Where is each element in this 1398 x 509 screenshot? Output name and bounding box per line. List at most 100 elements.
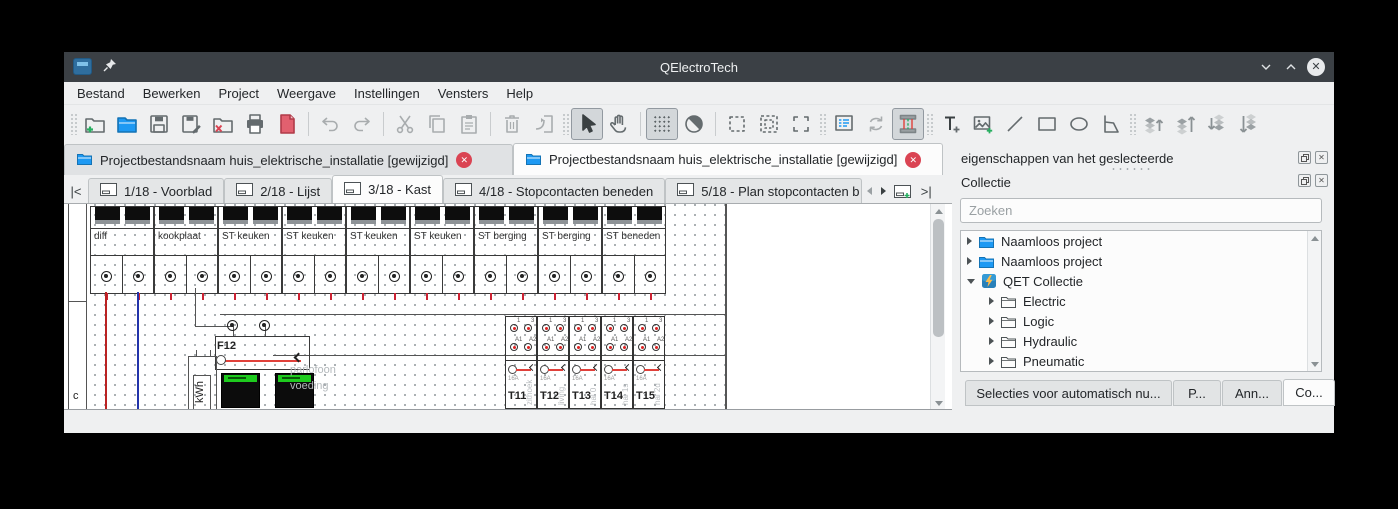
expand-arrow-icon[interactable] [967,257,972,265]
relay-element[interactable]: 13A1A216AT15hal 2d [633,316,665,409]
save-as-icon[interactable] [175,108,207,140]
relay-element[interactable]: 13A1A216AT12living [537,316,569,409]
tab-close-icon[interactable]: ✕ [905,152,921,168]
maximize-icon[interactable] [1281,57,1301,77]
project-tab[interactable]: Projectbestandsnaam huis_elektrische_ins… [64,144,513,175]
selection-mode-icon[interactable] [571,108,603,140]
undo-icon[interactable] [314,108,346,140]
next-tab-icon[interactable] [876,179,890,203]
breaker-element[interactable]: ST berging [474,206,538,294]
transformer-element[interactable] [221,373,260,408]
scroll-up-icon[interactable] [1308,231,1322,245]
menu-instellingen[interactable]: Instellingen [345,84,429,103]
terminal[interactable] [259,320,270,331]
diagram-tab[interactable]: >5/18 - Plan stopcontacten b [665,178,862,203]
grid-toggle-icon[interactable] [646,108,678,140]
menu-project[interactable]: Project [210,84,268,103]
schematic-canvas[interactable]: c diffkookplaatST keukenST keukenST keuk… [64,203,952,410]
ellipse-tool-icon[interactable] [1063,108,1095,140]
dock-float-icon[interactable] [1298,151,1311,164]
print-icon[interactable] [239,108,271,140]
rotate-conductor-icon[interactable] [860,108,892,140]
expand-arrow-icon[interactable] [989,297,994,305]
menu-vensters[interactable]: Vensters [429,84,498,103]
dock-close-icon[interactable]: ✕ [1315,174,1328,187]
tab-close-icon[interactable]: ✕ [456,152,472,168]
dock-tab[interactable]: P... [1173,380,1221,406]
toolbar-handle[interactable] [819,113,826,135]
polygon-tool-icon[interactable] [1095,108,1127,140]
diagram-properties-icon[interactable] [828,108,860,140]
scroll-down-icon[interactable] [931,396,946,410]
toolbar-handle[interactable] [1129,113,1136,135]
tree-item-naamloos-project[interactable]: Naamloos project [961,251,1321,271]
copy-icon[interactable] [421,108,453,140]
close-icon[interactable]: ✕ [1307,58,1325,76]
send-to-back-icon[interactable] [1234,108,1266,140]
breaker-element[interactable]: diff [90,206,154,294]
dock-float-icon[interactable] [1298,174,1311,187]
toolbar-handle[interactable] [926,113,933,135]
paste-icon[interactable] [453,108,485,140]
diagram-tab[interactable]: >3/18 - Kast [332,175,443,203]
lower-icon[interactable] [1202,108,1234,140]
relay-element[interactable]: 13A1A216AT13hal 0 [569,316,601,409]
expand-arrow-icon[interactable] [967,279,975,284]
prev-tab-icon[interactable] [862,179,876,203]
breaker-element[interactable]: ST beneden [602,206,666,294]
add-text-icon[interactable] [935,108,967,140]
menu-weergave[interactable]: Weergave [268,84,345,103]
select-all-icon[interactable] [753,108,785,140]
tree-scrollbar[interactable] [1307,231,1321,371]
scrollbar-thumb[interactable] [933,219,944,337]
contrast-icon[interactable] [678,108,710,140]
open-project-icon[interactable] [111,108,143,140]
deselect-icon[interactable] [785,108,817,140]
toolbar-handle[interactable] [70,113,77,135]
raise-icon[interactable] [1138,108,1170,140]
add-image-icon[interactable] [967,108,999,140]
bring-to-front-icon[interactable] [1170,108,1202,140]
canvas-vertical-scrollbar[interactable] [930,204,945,410]
add-diagram-icon[interactable] [890,179,914,203]
breaker-element[interactable]: ST keuken [282,206,346,294]
delete-icon[interactable] [496,108,528,140]
breaker-element[interactable]: ST keuken [346,206,410,294]
breaker-element[interactable]: ST keuken [410,206,474,294]
tree-item-qet-collectie[interactable]: QET Collectie [961,271,1321,291]
cut-icon[interactable] [389,108,421,140]
expand-arrow-icon[interactable] [989,317,994,325]
new-project-icon[interactable] [79,108,111,140]
line-tool-icon[interactable] [999,108,1031,140]
last-diagram-button[interactable]: >| [914,179,938,203]
rectangle-tool-icon[interactable] [1031,108,1063,140]
paste-special-icon[interactable] [528,108,560,140]
expand-arrow-icon[interactable] [989,357,994,365]
tree-item-naamloos-project[interactable]: Naamloos project [961,231,1321,251]
toolbar-handle[interactable] [562,113,569,135]
dock-tab[interactable]: Selecties voor automatisch nu... [965,380,1172,406]
dock-tab[interactable]: Co... [1283,379,1335,406]
conductor-tool-icon[interactable] [892,108,924,140]
relay-element[interactable]: 13A1A216AT11zithoek [505,316,537,409]
breaker-element[interactable]: kookplaat [154,206,218,294]
breaker-element[interactable]: ST keuken [218,206,282,294]
scroll-down-icon[interactable] [1308,357,1322,371]
tree-item-logic[interactable]: Logic [961,311,1321,331]
tree-item-pneumatic[interactable]: Pneumatic [961,351,1321,371]
menu-bestand[interactable]: Bestand [68,84,134,103]
first-diagram-button[interactable]: |< [64,179,88,203]
expand-arrow-icon[interactable] [989,337,994,345]
collection-search-input[interactable] [960,198,1322,223]
relay-element[interactable]: 13A1A216AT14hal 1s [601,316,633,409]
diagram-tab[interactable]: >1/18 - Voorblad [88,178,224,203]
diagram-tab[interactable]: >4/18 - Stopcontacten beneden [443,178,665,203]
diagram-tab[interactable]: >2/18 - Lijst [224,178,332,203]
tree-item-electric[interactable]: Electric [961,291,1321,311]
dock-tab[interactable]: Ann... [1222,380,1282,406]
breaker-element[interactable]: ST berging [538,206,602,294]
selection-area-icon[interactable] [721,108,753,140]
tree-item-hydraulic[interactable]: Hydraulic [961,331,1321,351]
minimize-icon[interactable] [1256,57,1276,77]
pan-mode-icon[interactable] [603,108,635,140]
